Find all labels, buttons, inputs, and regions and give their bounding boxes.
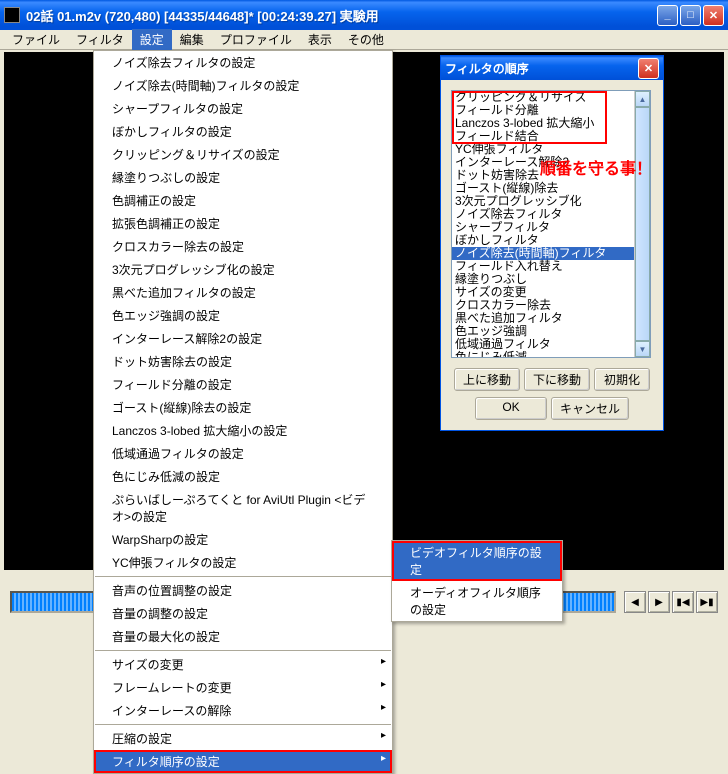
menu-プロファイル[interactable]: プロファイル — [212, 29, 300, 50]
menubar: ファイルフィルタ設定編集プロファイル表示その他 — [0, 30, 728, 50]
filter-order-dialog: フィルタの順序 ✕ クリッピング＆リサイズフィールド分離Lanczos 3-lo… — [440, 55, 664, 431]
skip-back-button[interactable]: ▮◀ — [672, 591, 694, 613]
menu-item[interactable]: 黒べた追加フィルタの設定 — [94, 281, 392, 304]
annotation-text: 順番を守る事！ — [540, 155, 652, 179]
menu-item[interactable]: フィールド分離の設定 — [94, 373, 392, 396]
scroll-thumb[interactable] — [635, 107, 650, 341]
menu-separator — [95, 650, 391, 651]
prev-frame-button[interactable]: ◀ — [624, 591, 646, 613]
window-title: 02話 01.m2v (720,480) [44335/44648]* [00:… — [26, 6, 657, 25]
menu-separator — [95, 724, 391, 725]
dialog-titlebar: フィルタの順序 ✕ — [441, 56, 663, 80]
menu-item[interactable]: 色にじみ低減の設定 — [94, 465, 392, 488]
filter-order-submenu: ビデオフィルタ順序の設定オーディオフィルタ順序の設定 — [391, 540, 563, 622]
menu-item[interactable]: 色エッジ強調の設定 — [94, 304, 392, 327]
filter-listbox[interactable]: クリッピング＆リサイズフィールド分離Lanczos 3-lobed 拡大縮小フィ… — [451, 90, 651, 358]
maximize-button[interactable]: □ — [680, 5, 701, 26]
menu-item[interactable]: サイズの変更 — [94, 653, 392, 676]
menu-item[interactable]: Lanczos 3-lobed 拡大縮小の設定 — [94, 419, 392, 442]
menu-item[interactable]: WarpSharpの設定 — [94, 528, 392, 551]
menu-item[interactable]: 縁塗りつぶしの設定 — [94, 166, 392, 189]
menu-item[interactable]: 低域通過フィルタの設定 — [94, 442, 392, 465]
menu-item[interactable]: クロスカラー除去の設定 — [94, 235, 392, 258]
move-up-button[interactable]: 上に移動 — [454, 368, 520, 391]
menu-item[interactable]: 音量の調整の設定 — [94, 602, 392, 625]
next-frame-button[interactable]: ▶ — [648, 591, 670, 613]
menu-その他[interactable]: その他 — [340, 29, 392, 50]
menu-フィルタ[interactable]: フィルタ — [68, 29, 132, 50]
cancel-button[interactable]: キャンセル — [551, 397, 629, 420]
menu-設定[interactable]: 設定 — [132, 29, 172, 50]
menu-編集[interactable]: 編集 — [172, 29, 212, 50]
minimize-button[interactable]: _ — [657, 5, 678, 26]
skip-forward-button[interactable]: ▶▮ — [696, 591, 718, 613]
menu-item[interactable]: 拡張色調補正の設定 — [94, 212, 392, 235]
scroll-up-button[interactable]: ▲ — [635, 91, 650, 107]
menu-item[interactable]: ノイズ除去(時間軸)フィルタの設定 — [94, 74, 392, 97]
submenu-item[interactable]: ビデオフィルタ順序の設定 — [392, 541, 562, 581]
menu-item[interactable]: ドット妨害除去の設定 — [94, 350, 392, 373]
submenu-item[interactable]: オーディオフィルタ順序の設定 — [392, 581, 562, 621]
menu-item[interactable]: インターレース解除2の設定 — [94, 327, 392, 350]
menu-item[interactable]: ノイズ除去フィルタの設定 — [94, 51, 392, 74]
menu-item[interactable]: 色調補正の設定 — [94, 189, 392, 212]
menu-item[interactable]: ゴースト(縦線)除去の設定 — [94, 396, 392, 419]
reset-button[interactable]: 初期化 — [594, 368, 650, 391]
menu-item[interactable]: 音量の最大化の設定 — [94, 625, 392, 648]
menu-item[interactable]: クリッピング＆リサイズの設定 — [94, 143, 392, 166]
menu-表示[interactable]: 表示 — [300, 29, 340, 50]
menu-item[interactable]: フィルタ順序の設定 — [94, 750, 392, 773]
move-down-button[interactable]: 下に移動 — [524, 368, 590, 391]
menu-item[interactable]: YC伸張フィルタの設定 — [94, 551, 392, 574]
list-item[interactable]: 色にじみ低減 — [452, 351, 634, 358]
app-icon — [4, 7, 20, 23]
ok-button[interactable]: OK — [475, 397, 547, 420]
menu-item[interactable]: フレームレートの変更 — [94, 676, 392, 699]
menu-item[interactable]: 3次元プログレッシブ化の設定 — [94, 258, 392, 281]
window-titlebar: 02話 01.m2v (720,480) [44335/44648]* [00:… — [0, 0, 728, 30]
menu-item[interactable]: インターレースの解除 — [94, 699, 392, 722]
close-button[interactable]: ✕ — [703, 5, 724, 26]
window-buttons: _ □ ✕ — [657, 5, 724, 26]
playback-controls: ◀ ▶ ▮◀ ▶▮ — [624, 591, 718, 613]
menu-ファイル[interactable]: ファイル — [4, 29, 68, 50]
menu-item[interactable]: ぼかしフィルタの設定 — [94, 120, 392, 143]
menu-item[interactable]: 音声の位置調整の設定 — [94, 579, 392, 602]
dialog-title: フィルタの順序 — [445, 60, 638, 77]
menu-item[interactable]: 圧縮の設定 — [94, 727, 392, 750]
menu-item[interactable]: ぷらいばしーぷろてくと for AviUtl Plugin <ビデオ>の設定 — [94, 488, 392, 528]
dialog-close-button[interactable]: ✕ — [638, 58, 659, 79]
settings-dropdown-menu: ノイズ除去フィルタの設定ノイズ除去(時間軸)フィルタの設定シャープフィルタの設定… — [93, 50, 393, 774]
menu-item[interactable]: シャープフィルタの設定 — [94, 97, 392, 120]
scroll-down-button[interactable]: ▼ — [635, 341, 650, 357]
menu-separator — [95, 576, 391, 577]
listbox-scrollbar[interactable]: ▲ ▼ — [634, 91, 650, 357]
